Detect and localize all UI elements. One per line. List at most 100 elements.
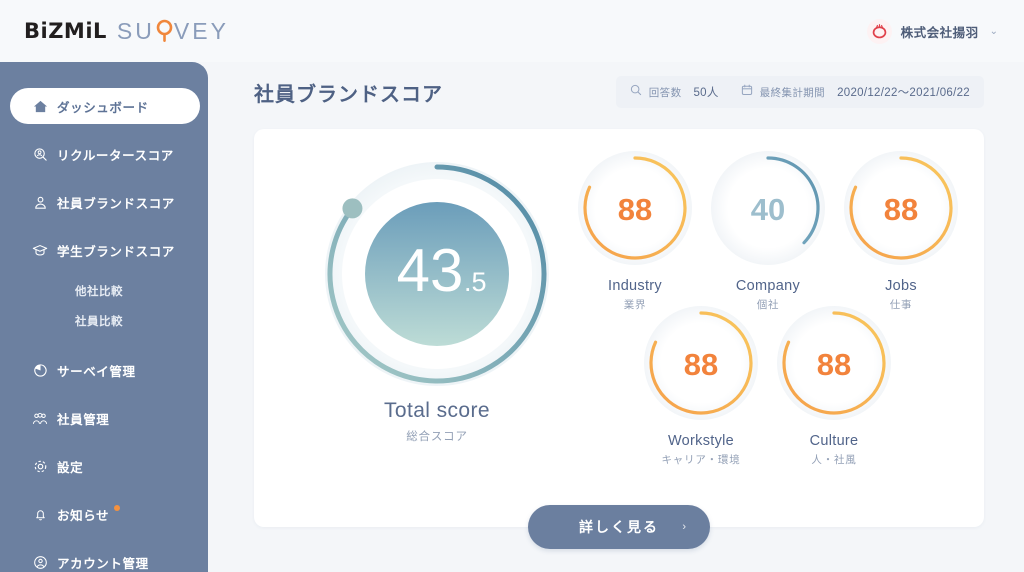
brand-logo-bizmil: BiZMiL <box>24 19 107 43</box>
view-details-label: 詳しく見る <box>579 519 659 535</box>
sidebar-item-label: 社員ブランドスコア <box>57 196 175 211</box>
metric-value: 40 <box>751 192 785 227</box>
survey-icon <box>32 362 48 378</box>
sidebar-item-label: 社員管理 <box>57 412 110 427</box>
metric-gauge-company: 40 Company 個社 <box>709 149 827 312</box>
metric-gauge-svg: 40 <box>711 151 825 265</box>
filter-response-count[interactable]: 回答数 50人 <box>630 83 719 101</box>
metric-gauge-culture: 88 Culture 人・社風 <box>775 304 893 467</box>
chevron-down-icon[interactable]: ⌄ <box>990 26 998 37</box>
sidebar-item-employee-brand-score[interactable]: 社員ブランドスコア <box>10 184 208 220</box>
home-icon <box>32 98 48 114</box>
metric-label: Workstyle キャリア・環境 <box>642 433 760 467</box>
metric-label: Culture 人・社風 <box>775 433 893 467</box>
sidebar-subitem-label: 他社比較 <box>75 286 123 298</box>
search-icon <box>630 83 642 101</box>
sidebar-subitem-other-company-compare[interactable]: 他社比較 <box>0 276 208 306</box>
sidebar-subitem-label: 社員比較 <box>75 316 123 328</box>
filter-period[interactable]: 最終集計期間 2020/12/22〜2021/06/22 <box>741 83 970 101</box>
sidebar-item-label: リクルータースコア <box>57 148 174 163</box>
total-score-label: Total score 総合スコア <box>312 399 562 444</box>
sidebar-item-label: お知らせ <box>57 508 110 523</box>
metric-value: 88 <box>618 192 652 227</box>
metric-gauge-workstyle: 88 Workstyle キャリア・環境 <box>642 304 760 467</box>
total-score-label-en: Total score <box>384 399 490 422</box>
metric-label-jp: 人・社風 <box>811 454 857 466</box>
total-score-decimal: .5 <box>464 267 487 297</box>
brand-logo-survey: SU VEY <box>116 17 229 44</box>
metric-label-en: Workstyle <box>667 433 735 449</box>
filter-value: 2020/12/22〜2021/06/22 <box>837 87 970 99</box>
sidebar-item-recruiter-score[interactable]: リクルータースコア <box>10 136 208 172</box>
metric-value: 88 <box>684 347 718 382</box>
sidebar-subitem-employee-compare[interactable]: 社員比較 <box>0 306 208 336</box>
filter-label: 最終集計期間 <box>759 86 826 99</box>
company-avatar <box>866 18 892 44</box>
sidebar-item-notifications[interactable]: お知らせ <box>10 496 208 532</box>
total-score-label-jp: 総合スコア <box>406 431 468 443</box>
sidebar: ダッシュボード リクルータースコア 社員ブランドスコア 学生ブランドスコア 他社… <box>0 62 208 572</box>
page-header: 社員ブランドスコア 回答数 50人 最終集計期間 2020/12/22〜2021… <box>208 62 1024 108</box>
filter-label: 回答数 <box>648 86 682 99</box>
gauge-group: 43 .5 Total score 総合スコア 88 Industry 業界 40 Co… <box>254 129 984 549</box>
sidebar-item-label: ダッシュボード <box>57 100 149 115</box>
graduation-cap-icon <box>32 242 48 258</box>
sidebar-item-label: アカウント管理 <box>57 556 149 571</box>
metric-label-en: Company <box>735 278 801 294</box>
metric-gauge-svg: 88 <box>644 306 758 420</box>
page-title: 社員ブランドスコア <box>254 83 443 106</box>
chevron-right-icon: › <box>682 521 688 533</box>
sidebar-item-label: 設定 <box>57 460 84 475</box>
metric-label-en: Culture <box>809 433 859 449</box>
notification-badge <box>114 505 120 511</box>
sidebar-item-label: 学生ブランドスコア <box>57 244 175 259</box>
app-root: BiZMiL SU VEY 株式会社揚羽 ⌄ ダッシュボード リクルータースコア… <box>0 0 1024 572</box>
score-card: 43 .5 Total score 総合スコア 88 Industry 業界 40 Co… <box>254 129 984 549</box>
metric-gauge-svg: 88 <box>844 151 958 265</box>
metric-gauge-svg: 88 <box>578 151 692 265</box>
metric-value: 88 <box>817 347 851 382</box>
metric-label-en: Jobs <box>885 278 917 294</box>
total-score-value: 43 <box>397 237 464 304</box>
main-content: 社員ブランドスコア 回答数 50人 最終集計期間 2020/12/22〜2021… <box>208 62 1024 572</box>
metric-value: 88 <box>884 192 918 227</box>
account-menu[interactable]: 株式会社揚羽 ⌄ <box>866 18 1024 44</box>
view-details-button[interactable]: 詳しく見る › <box>528 505 710 549</box>
metric-label-en: Industry <box>608 278 662 294</box>
sidebar-item-account-management[interactable]: アカウント管理 <box>10 544 208 572</box>
magnifier-icon <box>155 19 174 44</box>
metric-gauge-jobs: 88 Jobs 仕事 <box>842 149 960 312</box>
calendar-icon <box>741 83 753 101</box>
filter-value: 50人 <box>693 87 719 99</box>
sidebar-item-employee-management[interactable]: 社員管理 <box>10 400 208 436</box>
gear-icon <box>32 458 48 474</box>
people-icon <box>32 410 48 426</box>
sidebar-item-label: サーベイ管理 <box>57 364 136 379</box>
metric-gauge-industry: 88 Industry 業界 <box>576 149 694 312</box>
account-name: 株式会社揚羽 <box>900 25 979 40</box>
sidebar-item-student-brand-score[interactable]: 学生ブランドスコア <box>10 232 208 268</box>
bell-icon <box>32 506 48 522</box>
total-gauge-svg: 43 .5 <box>325 162 549 386</box>
search-person-icon <box>32 146 48 162</box>
filter-bar: 回答数 50人 最終集計期間 2020/12/22〜2021/06/22 <box>615 76 984 108</box>
sidebar-item-dashboard[interactable]: ダッシュボード <box>10 88 200 124</box>
sidebar-item-survey-management[interactable]: サーベイ管理 <box>10 352 208 388</box>
top-bar: BiZMiL SU VEY 株式会社揚羽 ⌄ <box>0 0 1024 62</box>
account-circle-icon <box>32 554 48 570</box>
metric-gauge-svg: 88 <box>777 306 891 420</box>
sidebar-item-settings[interactable]: 設定 <box>10 448 208 484</box>
metric-label-jp: キャリア・環境 <box>661 454 741 466</box>
total-score-gauge: 43 .5 <box>312 149 562 399</box>
brand-logo[interactable]: BiZMiL SU VEY <box>0 18 229 45</box>
person-icon <box>32 194 48 210</box>
